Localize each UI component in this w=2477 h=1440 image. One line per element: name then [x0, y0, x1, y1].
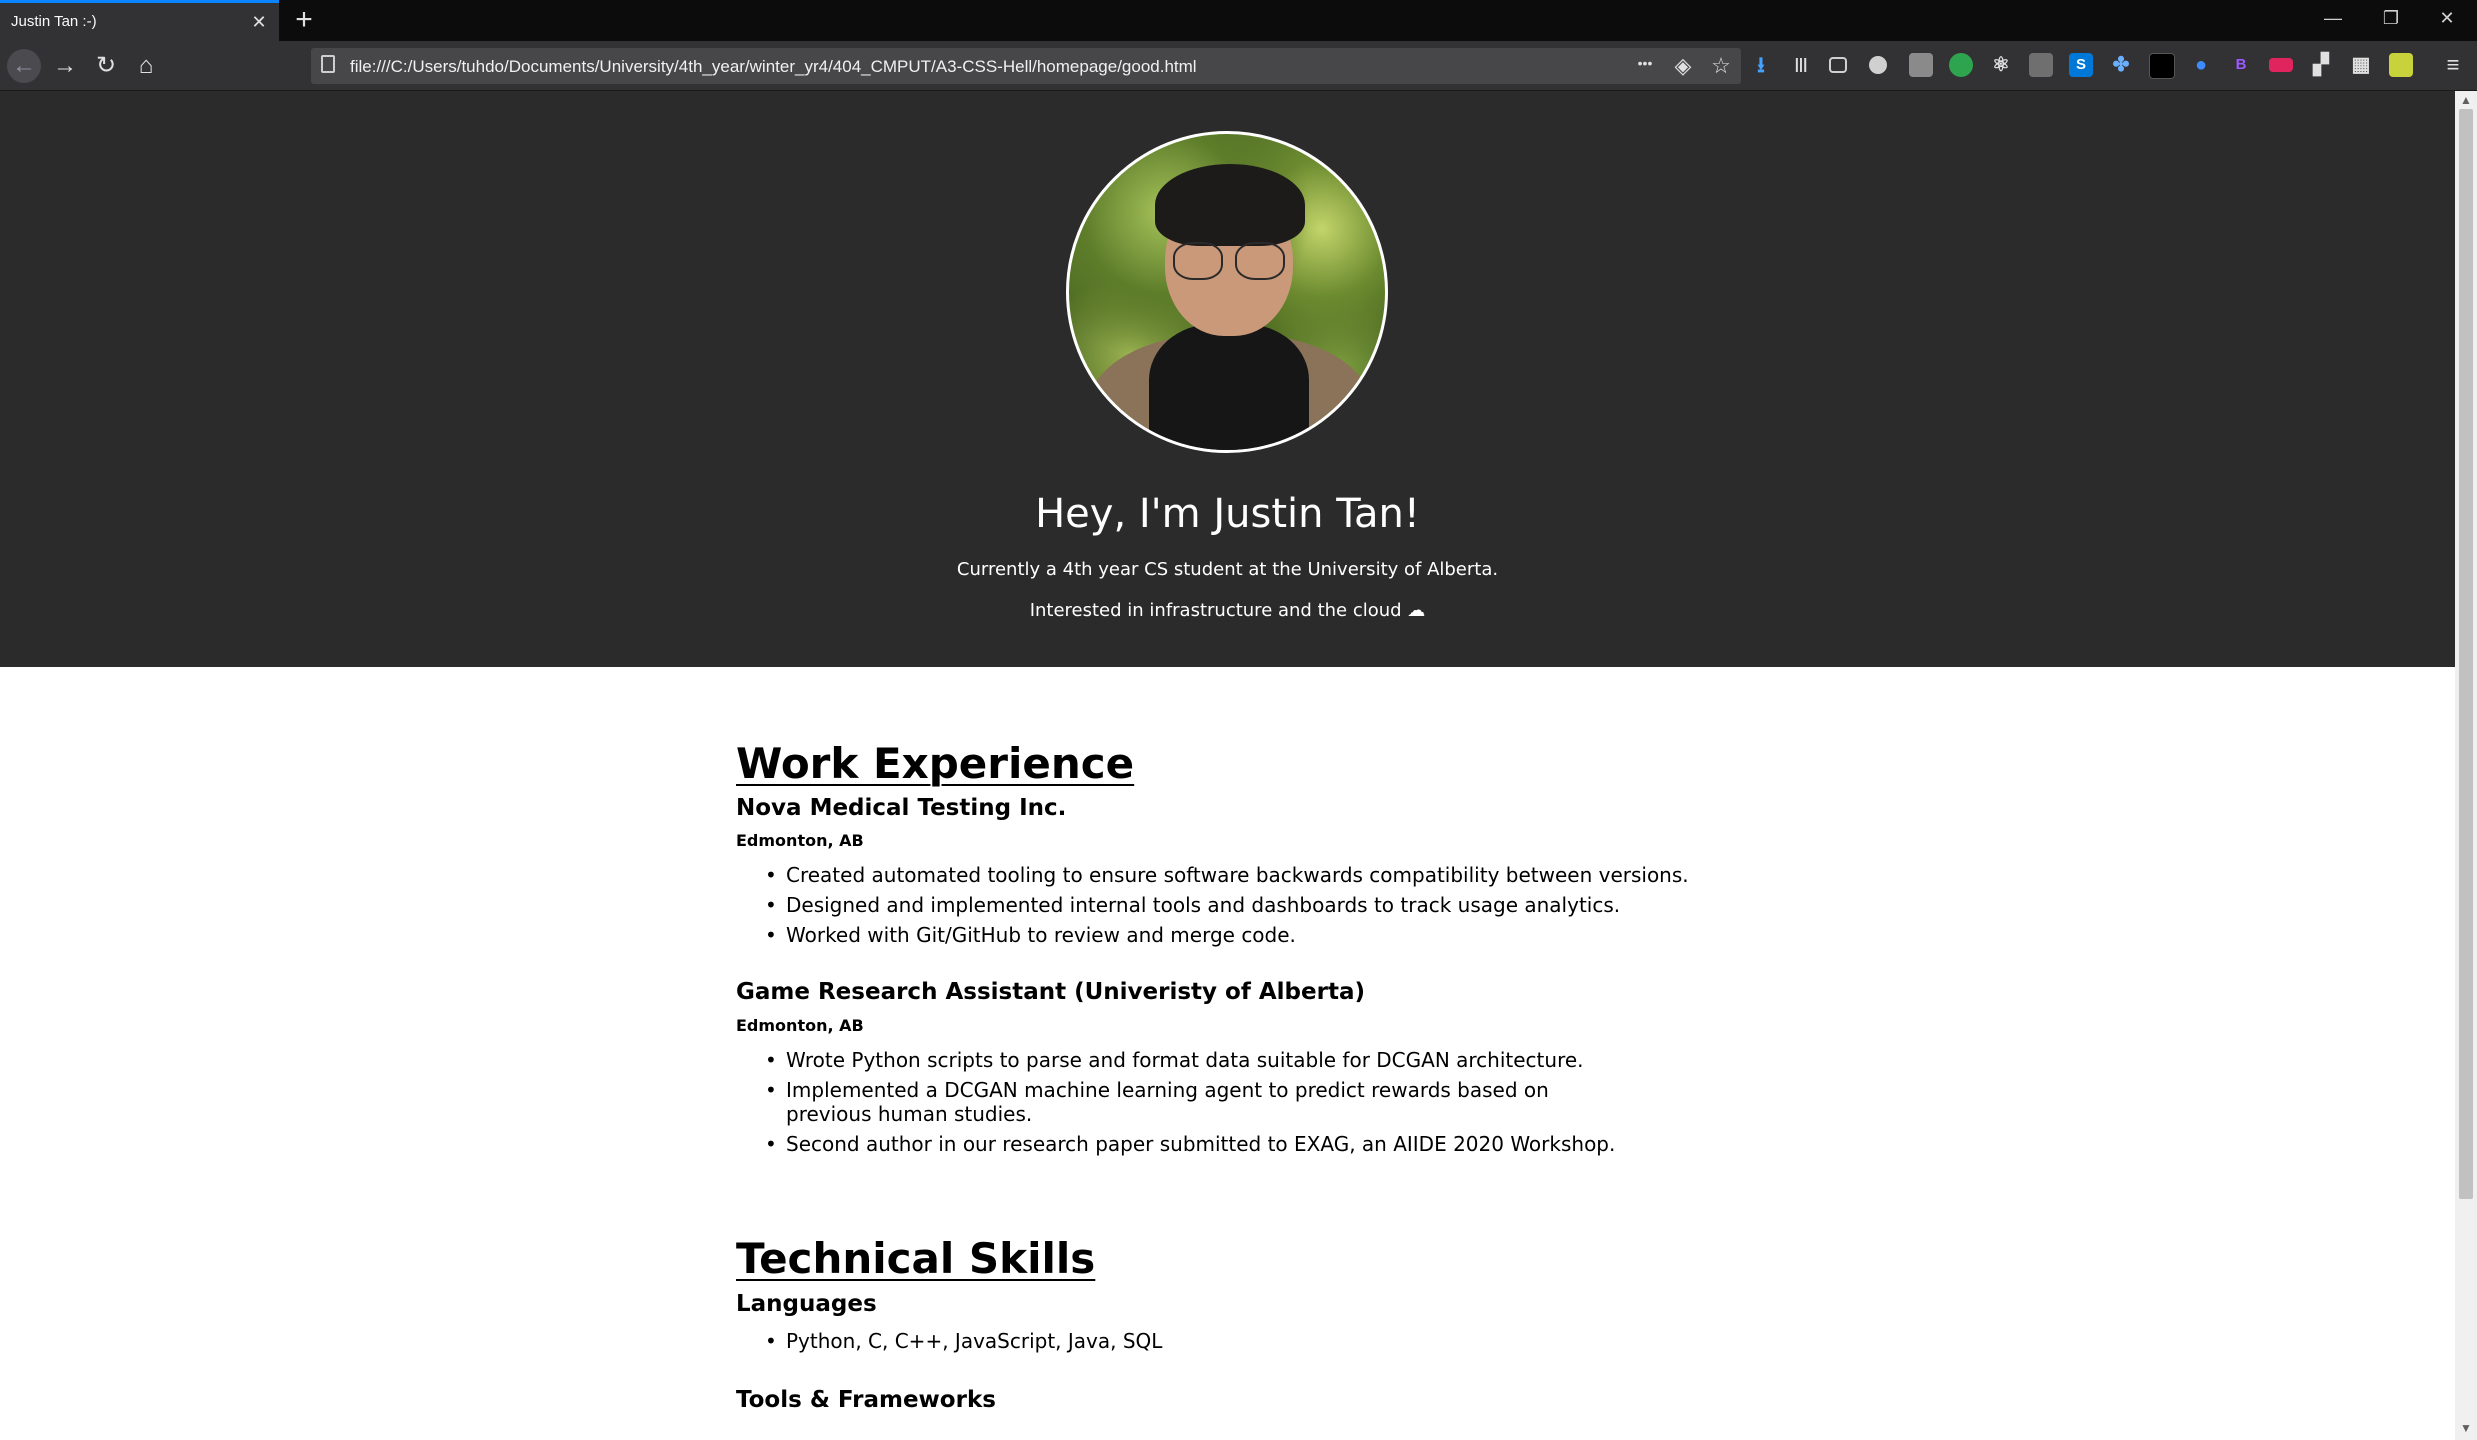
- url-bar[interactable]: file:///C:/Users/tuhdo/Documents/Univers…: [311, 48, 1741, 84]
- hero-subtitle: Currently a 4th year CS student at the U…: [956, 559, 1499, 580]
- tab-active[interactable]: Justin Tan :-) ✕: [0, 0, 279, 41]
- page-title: Hey, I'm Justin Tan!: [1035, 491, 1420, 537]
- page-content: Hey, I'm Justin Tan! Currently a 4th yea…: [0, 91, 2455, 1440]
- skills-subheading-tools: Tools & Frameworks: [736, 1387, 996, 1413]
- scroll-up-arrow[interactable]: ▲: [2455, 93, 2477, 107]
- tab-strip: Justin Tan :-) ✕ + — ❐ ✕: [0, 0, 2477, 41]
- job-bullets: Wrote Python scripts to parse and format…: [736, 1048, 1716, 1162]
- skype-icon[interactable]: S: [2069, 53, 2093, 77]
- list-item: Designed and implemented internal tools …: [736, 893, 1716, 917]
- bookmark-star-icon[interactable]: ☆: [1707, 53, 1735, 79]
- extension-icon[interactable]: [2269, 58, 2293, 72]
- list-item: Created automated tooling to ensure soft…: [736, 863, 1716, 887]
- vertical-scrollbar[interactable]: ▲ ▼: [2455, 91, 2477, 1440]
- react-devtools-icon[interactable]: ⚛: [1989, 53, 2013, 77]
- tab-title: Justin Tan :-): [11, 13, 97, 30]
- browser-window: Justin Tan :-) ✕ + — ❐ ✕ ← → ↻ ⌂ file://…: [0, 0, 2477, 1440]
- scroll-down-arrow[interactable]: ▼: [2455, 1421, 2477, 1435]
- extension-icon[interactable]: ▞: [2309, 53, 2333, 77]
- grid-icon[interactable]: ▦: [2349, 53, 2373, 77]
- job-location: Edmonton, AB: [736, 831, 864, 850]
- section-heading-skills: Technical Skills: [736, 1234, 1096, 1283]
- avatar: [1066, 131, 1388, 453]
- list-item: Second author in our research paper subm…: [736, 1132, 1716, 1156]
- home-button[interactable]: ⌂: [129, 49, 163, 83]
- section-heading-work: Work Experience: [736, 739, 1135, 788]
- job-title: Game Research Assistant (Univeristy of A…: [736, 979, 1365, 1005]
- reload-button[interactable]: ↻: [89, 49, 123, 83]
- download-icon[interactable]: ⭳: [1749, 53, 1773, 77]
- extension-icon[interactable]: [1909, 53, 1933, 77]
- list-item: Worked with Git/GitHub to review and mer…: [736, 923, 1716, 947]
- job-title: Nova Medical Testing Inc.: [736, 795, 1067, 821]
- scroll-thumb[interactable]: [2459, 109, 2473, 1199]
- close-window-button[interactable]: ✕: [2432, 8, 2462, 29]
- hero-section: Hey, I'm Justin Tan! Currently a 4th yea…: [0, 91, 2455, 667]
- extension-icon[interactable]: [2149, 53, 2175, 79]
- close-tab-icon[interactable]: ✕: [248, 11, 270, 33]
- restore-button[interactable]: ❐: [2376, 8, 2406, 29]
- list-item: Implemented a DCGAN machine learning age…: [736, 1078, 1586, 1126]
- page-actions-icon[interactable]: •••: [1631, 55, 1659, 71]
- back-button[interactable]: ←: [7, 49, 41, 83]
- list-item: Wrote Python scripts to parse and format…: [736, 1048, 1716, 1072]
- privacy-icon[interactable]: [2029, 53, 2053, 77]
- menu-icon[interactable]: ≡: [2441, 53, 2465, 77]
- minimize-button[interactable]: —: [2318, 8, 2348, 29]
- pocket-icon[interactable]: ◈: [1669, 53, 1697, 79]
- extension-icon[interactable]: B: [2229, 53, 2253, 77]
- sidebar-icon[interactable]: [1829, 57, 1847, 73]
- new-tab-button[interactable]: +: [288, 4, 320, 36]
- job-location: Edmonton, AB: [736, 1016, 864, 1035]
- extension-icon[interactable]: [2389, 53, 2413, 77]
- forward-button[interactable]: →: [48, 49, 82, 83]
- navigation-bar: ← → ↻ ⌂ file:///C:/Users/tuhdo/Documents…: [0, 41, 2477, 91]
- hero-interest: Interested in infrastructure and the clo…: [1029, 600, 1426, 621]
- extension-icon[interactable]: ✤: [2109, 53, 2133, 77]
- job-bullets: Created automated tooling to ensure soft…: [736, 863, 1716, 953]
- library-icon[interactable]: |||: [1789, 53, 1813, 77]
- account-icon[interactable]: [1869, 56, 1887, 74]
- url-text[interactable]: file:///C:/Users/tuhdo/Documents/Univers…: [350, 57, 1197, 77]
- skills-subheading-languages: Languages: [736, 1291, 877, 1317]
- page-icon: [321, 55, 335, 73]
- extension-icon[interactable]: [1949, 53, 1973, 77]
- drop-icon[interactable]: ●: [2189, 53, 2213, 77]
- list-item: Python, C, C++, JavaScript, Java, SQL: [736, 1329, 1716, 1353]
- skills-languages-list: Python, C, C++, JavaScript, Java, SQL: [736, 1329, 1716, 1359]
